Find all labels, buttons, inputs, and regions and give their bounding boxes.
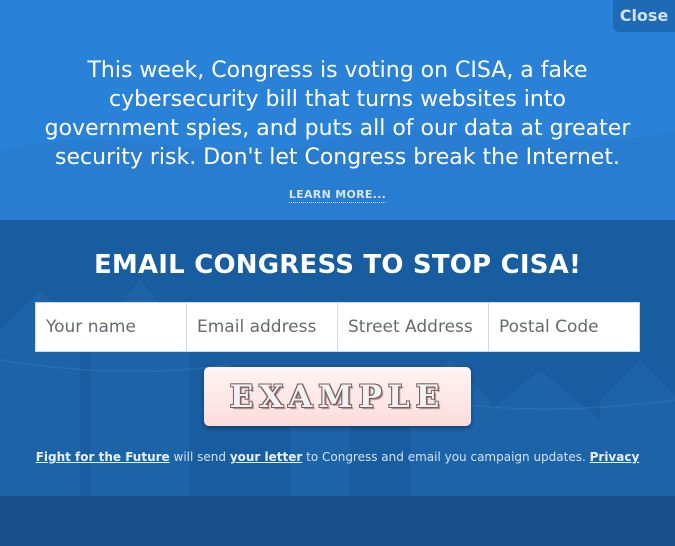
footer-strip: [0, 496, 675, 546]
your-letter-link[interactable]: your letter: [230, 450, 303, 464]
disclaimer-text-part2: to Congress and email you campaign updat…: [302, 450, 590, 464]
signup-form: [35, 302, 640, 352]
email-input[interactable]: [187, 303, 338, 351]
cta-heading: EMAIL CONGRESS TO STOP CISA!: [93, 250, 582, 280]
name-input[interactable]: [36, 303, 187, 351]
postal-code-input[interactable]: [489, 303, 639, 351]
fight-for-the-future-link[interactable]: Fight for the Future: [36, 450, 170, 464]
privacy-link[interactable]: Privacy: [590, 450, 640, 464]
captcha-text: EXAMPLE: [229, 378, 446, 415]
disclaimer-text-part1: will send: [169, 450, 230, 464]
headline-text: This week, Congress is voting on CISA, a…: [44, 58, 631, 170]
disclaimer-text: Fight for the Future will send your lett…: [0, 450, 675, 464]
learn-more-link[interactable]: LEARN MORE...: [288, 188, 387, 203]
close-button[interactable]: Close: [613, 0, 675, 32]
street-address-input[interactable]: [338, 303, 489, 351]
alert-banner: Close This week, Congress is voting on C…: [0, 0, 675, 220]
captcha-image: EXAMPLE: [204, 367, 471, 426]
